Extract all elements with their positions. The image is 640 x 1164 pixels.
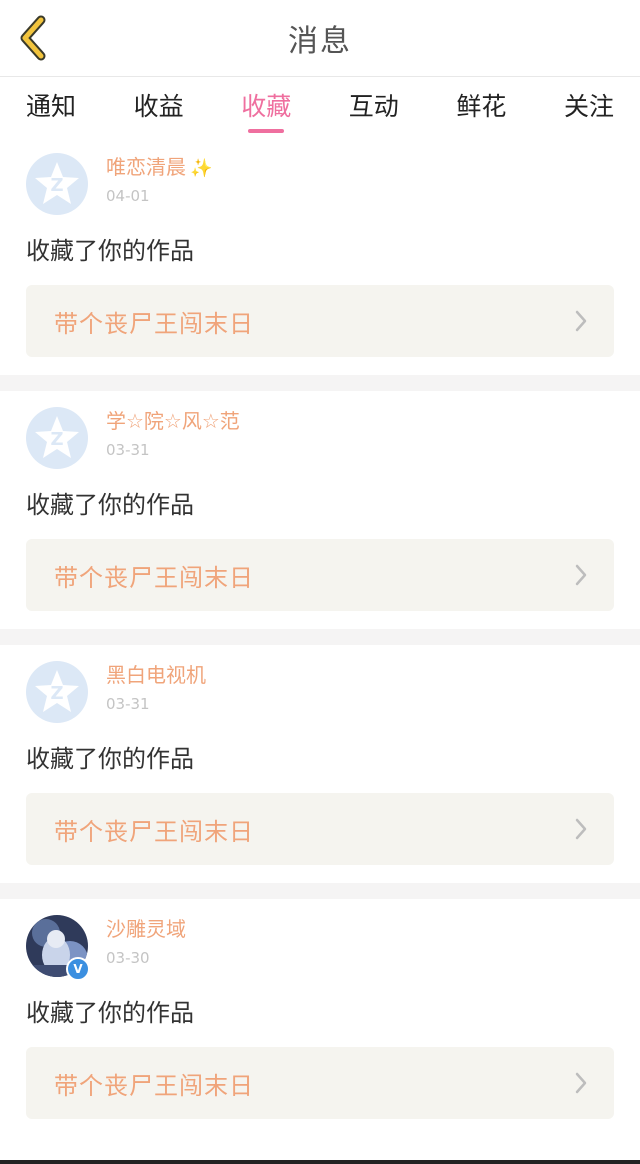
- svg-text:Z: Z: [50, 683, 63, 704]
- tab-favorites[interactable]: 收藏: [241, 77, 291, 137]
- tab-flowers[interactable]: 鲜花: [456, 77, 506, 137]
- message-date: 03-31: [106, 441, 150, 459]
- message-card: Z 学☆院☆风☆范 03-31 收藏了你的作品 带个丧尸王闯末日: [0, 391, 640, 629]
- message-date: 03-31: [106, 695, 150, 713]
- chevron-right-icon: [575, 564, 587, 586]
- action-text: 收藏了你的作品: [26, 999, 194, 1027]
- tab-bar: 通知 收益 收藏 互动 鲜花 关注: [0, 77, 640, 137]
- chevron-left-icon: [20, 15, 46, 61]
- message-card: Z 唯恋清晨 ✨ 04-01 收藏了你的作品 带个丧尸王闯末日: [0, 137, 640, 375]
- chevron-right-icon: [575, 310, 587, 332]
- svg-text:Z: Z: [50, 175, 63, 196]
- back-button[interactable]: [14, 14, 54, 62]
- chevron-right-icon: [575, 1072, 587, 1094]
- sparkle-icon: ✨: [190, 158, 213, 179]
- work-link[interactable]: 带个丧尸王闯末日: [26, 539, 614, 611]
- username[interactable]: 沙雕灵域: [106, 915, 186, 943]
- message-card: Z 黑白电视机 03-31 收藏了你的作品 带个丧尸王闯末日: [0, 645, 640, 883]
- work-title: 带个丧尸王闯末日: [54, 817, 254, 846]
- username[interactable]: 黑白电视机: [106, 661, 206, 689]
- work-link[interactable]: 带个丧尸王闯末日: [26, 285, 614, 357]
- work-link[interactable]: 带个丧尸王闯末日: [26, 1047, 614, 1119]
- work-title: 带个丧尸王闯末日: [54, 309, 254, 338]
- bottom-border: [0, 1160, 640, 1164]
- default-star-avatar-icon: Z: [26, 153, 88, 215]
- tab-interactions[interactable]: 互动: [349, 77, 399, 137]
- tab-follows[interactable]: 关注: [564, 77, 614, 137]
- message-card: V 沙雕灵域 03-30 收藏了你的作品 带个丧尸王闯末日: [0, 899, 640, 1137]
- work-link[interactable]: 带个丧尸王闯末日: [26, 793, 614, 865]
- action-text: 收藏了你的作品: [26, 745, 194, 773]
- avatar[interactable]: Z: [26, 661, 88, 723]
- divider: [0, 629, 640, 645]
- username[interactable]: 学☆院☆风☆范: [106, 407, 240, 435]
- message-date: 03-30: [106, 949, 150, 967]
- top-bar: 消息: [0, 0, 640, 77]
- message-date: 04-01: [106, 187, 150, 205]
- user-row: Z 学☆院☆风☆范 03-31: [26, 407, 614, 471]
- divider: [0, 375, 640, 391]
- work-title: 带个丧尸王闯末日: [54, 1071, 254, 1100]
- verified-badge-icon: V: [66, 957, 90, 981]
- avatar[interactable]: Z: [26, 153, 88, 215]
- work-title: 带个丧尸王闯末日: [54, 563, 254, 592]
- tab-notifications[interactable]: 通知: [26, 77, 76, 137]
- default-star-avatar-icon: Z: [26, 407, 88, 469]
- user-row: Z 唯恋清晨 ✨ 04-01: [26, 153, 614, 217]
- action-text: 收藏了你的作品: [26, 491, 194, 519]
- avatar[interactable]: V: [26, 915, 90, 981]
- svg-text:Z: Z: [50, 429, 63, 450]
- tab-earnings[interactable]: 收益: [134, 77, 184, 137]
- page-title: 消息: [288, 24, 352, 59]
- divider: [0, 883, 640, 899]
- action-text: 收藏了你的作品: [26, 237, 194, 265]
- username[interactable]: 唯恋清晨: [106, 155, 186, 179]
- chevron-right-icon: [575, 818, 587, 840]
- avatar[interactable]: Z: [26, 407, 88, 469]
- user-row: Z 黑白电视机 03-31: [26, 661, 614, 725]
- user-row: V 沙雕灵域 03-30: [26, 915, 614, 981]
- default-star-avatar-icon: Z: [26, 661, 88, 723]
